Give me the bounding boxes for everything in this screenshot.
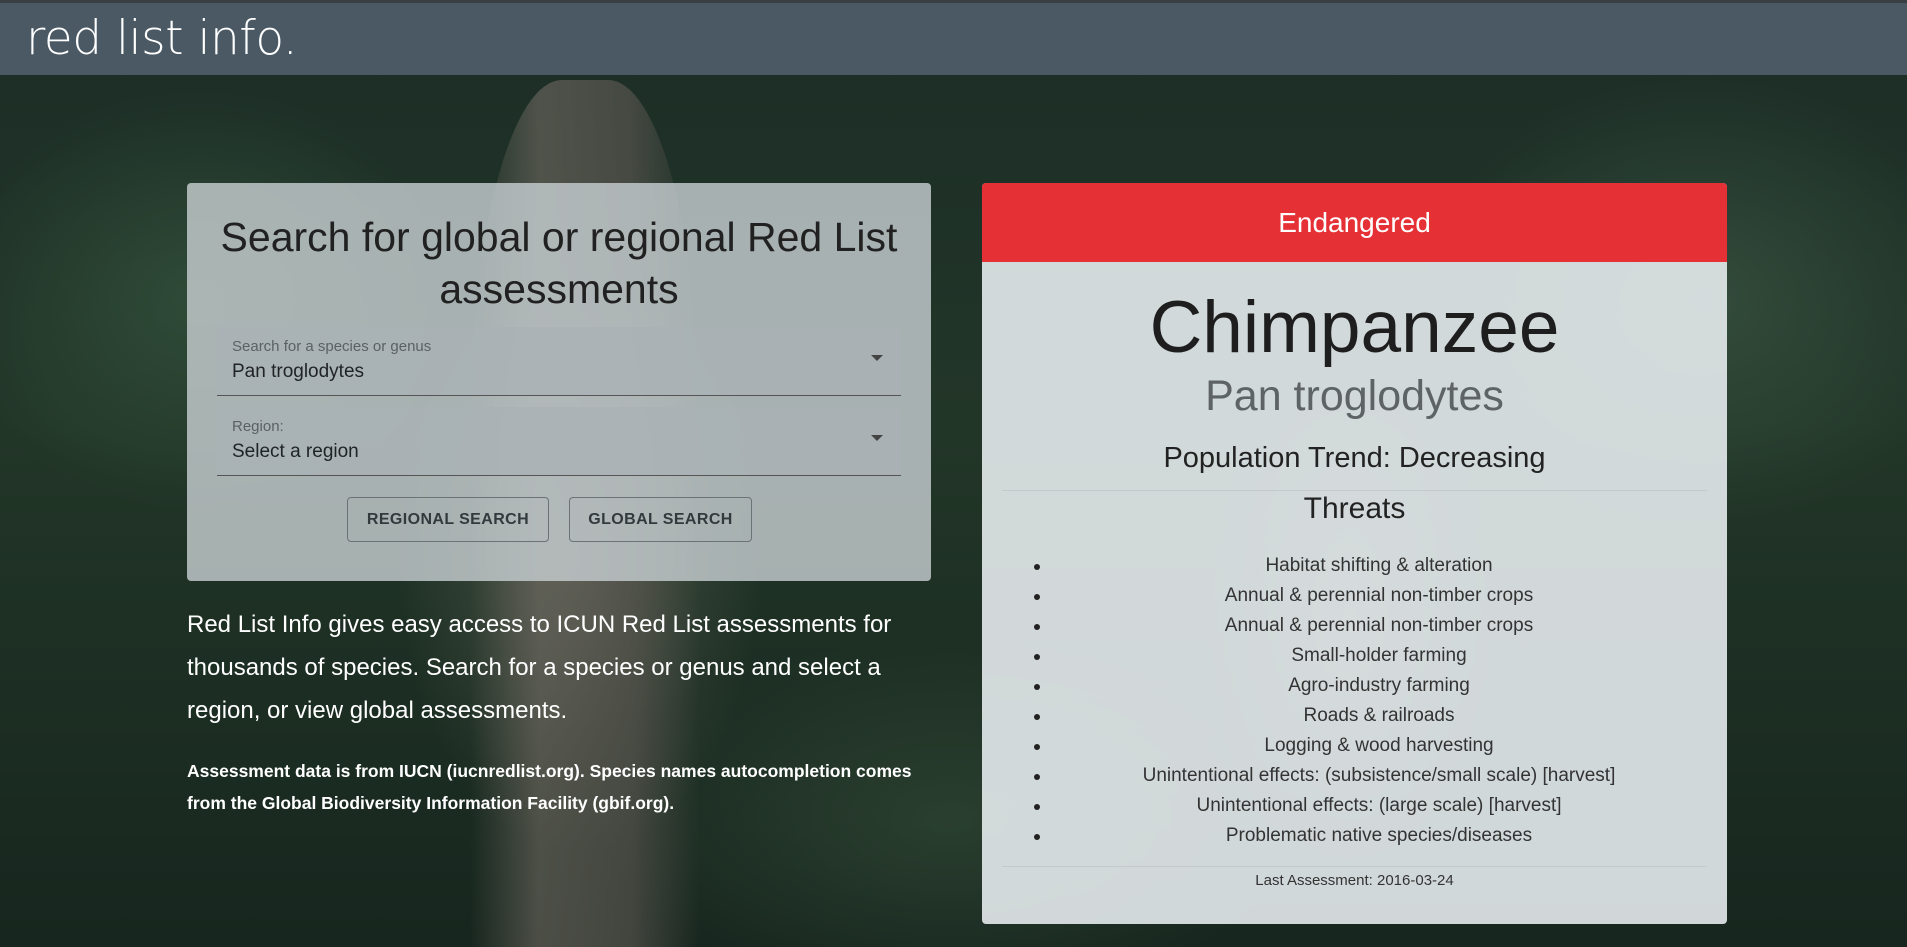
bullet-icon [1034,834,1040,840]
top-app-bar: red list info. [0,0,1907,75]
threat-list: Habitat shifting & alteration Annual & p… [1034,551,1704,851]
species-result-card: Endangered Chimpanzee Pan troglodytes Po… [982,183,1727,924]
list-item: Unintentional effects: (subsistence/smal… [1034,761,1704,791]
data-credit: Assessment data is from IUCN (iucnredlis… [187,761,912,813]
regional-search-button[interactable]: REGIONAL SEARCH [347,497,549,542]
bullet-icon [1034,714,1040,720]
bullet-icon [1034,744,1040,750]
list-item: Agro-industry farming [1034,671,1704,701]
population-trend: Population Trend: Decreasing [1163,442,1546,474]
bullet-icon [1034,774,1040,780]
bullet-icon [1034,804,1040,810]
list-item: Annual & perennial non-timber crops [1034,611,1704,641]
bullet-icon [1034,594,1040,600]
threats-heading: Threats [1303,492,1406,525]
search-title: Search for global or regional Red List a… [220,214,898,312]
species-search-input[interactable]: Pan troglodytes [232,361,364,383]
bullet-icon [1034,684,1040,690]
brand-logo[interactable]: red list info. [26,11,298,66]
chevron-down-icon[interactable] [871,435,883,441]
chevron-down-icon[interactable] [871,355,883,361]
common-name: Chimpanzee [1149,287,1560,368]
region-select-value[interactable]: Select a region [232,441,359,463]
list-item: Problematic native species/diseases [1034,821,1704,851]
list-item: Roads & railroads [1034,701,1704,731]
scientific-name: Pan troglodytes [1205,372,1504,420]
global-search-button[interactable]: GLOBAL SEARCH [569,497,752,542]
last-assessment-date: Last Assessment: 2016-03-24 [1255,872,1454,889]
list-item: Logging & wood harvesting [1034,731,1704,761]
status-badge: Endangered [982,183,1727,262]
divider [1002,866,1707,867]
bullet-icon [1034,624,1040,630]
list-item: Small-holder farming [1034,641,1704,671]
species-search-label: Search for a species or genus [232,338,432,355]
list-item: Habitat shifting & alteration [1034,551,1704,581]
species-search-field[interactable]: Search for a species or genus Pan troglo… [217,327,901,396]
bullet-icon [1034,654,1040,660]
bullet-icon [1034,564,1040,570]
search-card: Search for global or regional Red List a… [187,183,931,581]
list-item: Annual & perennial non-timber crops [1034,581,1704,611]
list-item: Unintentional effects: (large scale) [ha… [1034,791,1704,821]
region-select-label: Region: [232,418,284,435]
intro-text: Red List Info gives easy access to ICUN … [187,611,892,724]
region-select[interactable]: Region: Select a region [217,407,901,476]
